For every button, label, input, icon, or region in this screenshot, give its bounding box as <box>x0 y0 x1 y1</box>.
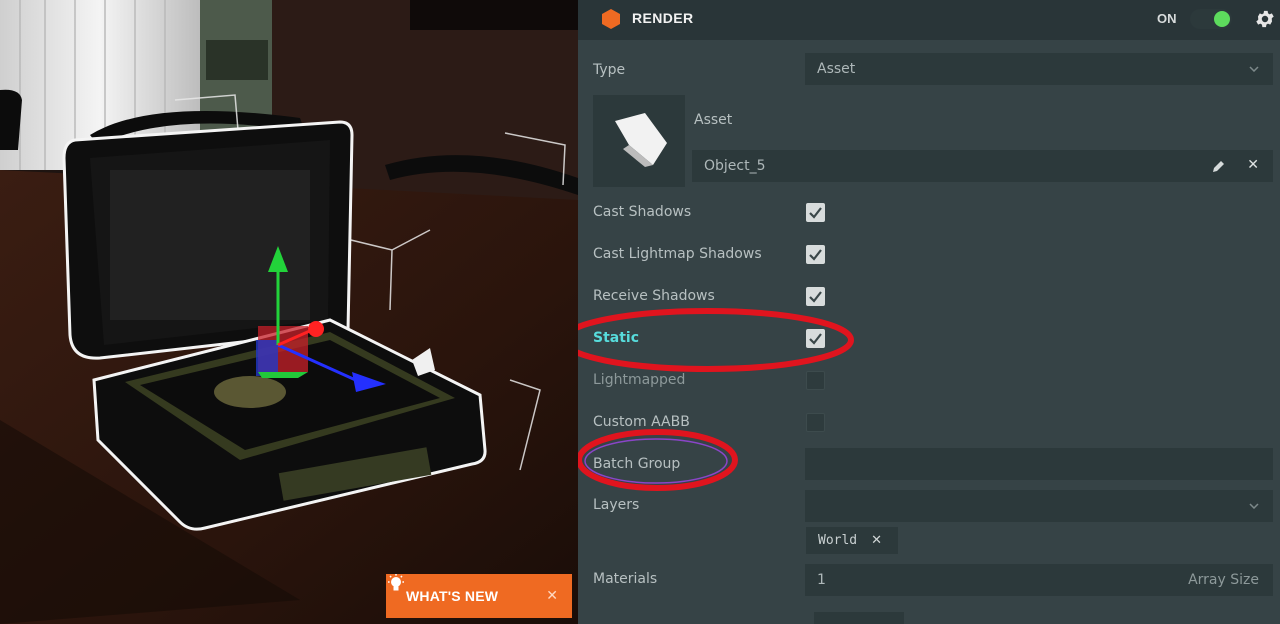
chevron-down-icon <box>1249 503 1259 509</box>
layers-select[interactable] <box>805 490 1273 522</box>
static-label: Static <box>593 330 640 346</box>
chevron-down-icon <box>1249 66 1259 72</box>
clear-asset-icon[interactable]: ✕ <box>1247 157 1259 173</box>
cast-lightmap-shadows-label: Cast Lightmap Shadows <box>593 246 762 262</box>
custom-aabb-checkbox[interactable] <box>806 413 825 432</box>
type-value: Asset <box>817 61 856 77</box>
materials-label: Materials <box>593 571 658 587</box>
panel-title: RENDER <box>632 10 694 26</box>
array-size-label: Array Size <box>1188 572 1259 588</box>
check-icon <box>809 333 822 345</box>
layer-chip-label: World <box>818 533 858 548</box>
layers-label: Layers <box>593 497 640 513</box>
asset-label: Asset <box>694 112 733 128</box>
whats-new-label: WHAT'S NEW <box>406 588 499 604</box>
cast-shadows-label: Cast Shadows <box>593 204 692 220</box>
cast-lightmap-shadows-checkbox[interactable] <box>806 245 825 264</box>
receive-shadows-checkbox[interactable] <box>806 287 825 306</box>
scene-render[interactable] <box>0 0 578 624</box>
cast-shadows-checkbox[interactable] <box>806 203 825 222</box>
whats-new-button[interactable]: WHAT'S NEW ✕ <box>386 574 572 618</box>
gear-icon[interactable] <box>1254 8 1276 30</box>
lightmapped-label: Lightmapped <box>593 372 686 388</box>
receive-shadows-label: Receive Shadows <box>593 288 715 304</box>
scene-viewport[interactable]: WHAT'S NEW ✕ <box>0 0 578 624</box>
pencil-icon[interactable] <box>1212 160 1225 173</box>
annotation-overlay <box>578 308 854 491</box>
asset-value: Object_5 <box>704 158 766 174</box>
check-icon <box>809 207 822 219</box>
toggle-knob <box>1214 11 1230 27</box>
lightmapped-checkbox[interactable] <box>806 371 825 390</box>
asset-thumbnail[interactable] <box>593 95 685 187</box>
batch-group-select[interactable] <box>805 448 1273 480</box>
materials-array-size-input[interactable]: 1 Array Size <box>805 564 1273 596</box>
batch-group-label: Batch Group <box>593 456 681 472</box>
type-label: Type <box>593 62 626 78</box>
layer-chip-world[interactable]: World ✕ <box>806 527 898 554</box>
asset-field[interactable]: Object_5 ✕ <box>692 150 1273 182</box>
check-icon <box>809 291 822 303</box>
enabled-toggle[interactable] <box>1190 9 1232 29</box>
remove-layer-icon[interactable]: ✕ <box>871 533 882 548</box>
render-icon <box>602 9 620 29</box>
toggle-label: ON <box>1157 11 1177 26</box>
materials-value: 1 <box>817 572 826 588</box>
custom-aabb-label: Custom AABB <box>593 414 690 430</box>
static-checkbox[interactable] <box>806 329 825 348</box>
check-icon <box>809 249 822 261</box>
type-select[interactable]: Asset <box>805 53 1273 85</box>
asset-preview-icon <box>615 113 667 167</box>
lightbulb-icon <box>388 574 404 591</box>
panel-header: RENDER ON <box>578 0 1280 40</box>
material-slot[interactable] <box>814 612 904 624</box>
render-inspector-panel: RENDER ON Type Asset Asset Object_5 ✕ Ca… <box>578 0 1280 624</box>
close-icon[interactable]: ✕ <box>546 588 558 604</box>
